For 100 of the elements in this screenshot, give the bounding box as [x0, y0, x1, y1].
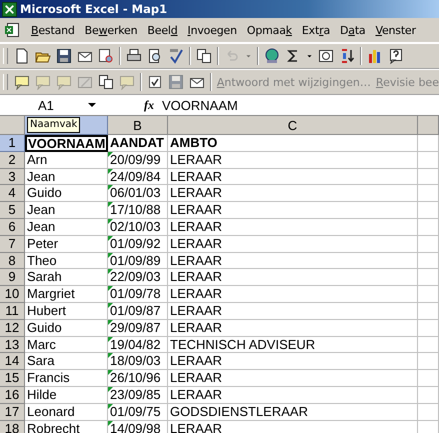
row-header[interactable]: 12 [0, 320, 25, 337]
table-cell[interactable]: LERAAR [168, 370, 418, 387]
table-cell[interactable]: 26/10/96 [108, 370, 168, 387]
table-cell[interactable]: Francis [25, 370, 108, 387]
table-cell[interactable]: LERAAR [168, 168, 418, 186]
document-icon[interactable] [14, 48, 30, 64]
row-header[interactable]: 7 [0, 236, 25, 253]
table-cell[interactable]: Jean [25, 202, 108, 219]
column-header[interactable]: C [168, 116, 418, 135]
table-cell[interactable]: 06/01/03 [108, 185, 168, 202]
table-cell[interactable]: Leonard [25, 404, 108, 421]
table-cell[interactable]: LERAAR [168, 185, 418, 202]
printer-icon[interactable] [126, 48, 142, 64]
table-cell[interactable]: Peter [25, 236, 108, 253]
table-cell[interactable] [418, 302, 439, 320]
globe-icon[interactable] [264, 48, 280, 64]
menu-item[interactable]: Extra [296, 22, 335, 38]
table-cell[interactable]: 22/09/03 [108, 269, 168, 286]
copy-icon[interactable] [98, 74, 114, 90]
row-header[interactable]: 4 [0, 185, 25, 202]
table-cell[interactable]: GODSDIENSTLERAAR [168, 404, 418, 421]
currency-icon[interactable] [318, 48, 334, 64]
row-header[interactable]: 6 [0, 218, 25, 236]
formula-input[interactable]: VOORNAAM [162, 98, 238, 112]
row-header[interactable]: 5 [0, 202, 25, 219]
checkbox-icon[interactable] [146, 74, 163, 90]
table-cell[interactable]: Sara [25, 353, 108, 370]
table-cell[interactable] [418, 320, 439, 337]
table-cell[interactable]: LERAAR [168, 320, 418, 337]
menu-item[interactable]: Bewerken [80, 22, 142, 38]
table-cell[interactable] [418, 370, 439, 387]
table-cell[interactable]: 23/09/85 [108, 386, 168, 404]
row-header[interactable]: 17 [0, 404, 25, 421]
table-cell[interactable] [418, 168, 439, 186]
row-header[interactable]: 15 [0, 370, 25, 387]
row-header[interactable]: 1 [0, 135, 25, 152]
row-header[interactable]: 8 [0, 252, 25, 270]
menu-item[interactable]: Data [334, 22, 370, 38]
table-cell[interactable]: 19/04/82 [108, 336, 168, 354]
caret-icon[interactable] [88, 103, 96, 107]
table-cell[interactable]: AMBTO [168, 135, 418, 152]
table-cell[interactable]: LERAAR [168, 152, 418, 169]
table-cell[interactable]: Arn [25, 152, 108, 169]
table-cell[interactable]: 01/09/87 [108, 302, 168, 320]
table-cell[interactable]: 02/10/03 [108, 218, 168, 236]
table-cell[interactable]: 20/09/99 [108, 152, 168, 169]
table-cell[interactable]: LERAAR [168, 218, 418, 236]
row-header[interactable]: 13 [0, 336, 25, 354]
spelling-check-icon[interactable] [168, 48, 184, 64]
magnifier-icon[interactable] [147, 48, 163, 64]
table-cell[interactable]: 01/09/89 [108, 252, 168, 270]
row-header[interactable]: 10 [0, 286, 25, 303]
table-cell[interactable]: Guido [25, 185, 108, 202]
table-cell[interactable]: Marc [25, 336, 108, 354]
help-icon[interactable] [388, 48, 404, 64]
table-cell[interactable]: Theo [25, 252, 108, 270]
table-cell[interactable]: 24/09/84 [108, 168, 168, 186]
row-header[interactable]: 11 [0, 302, 25, 320]
workbook-icon[interactable] [4, 22, 20, 38]
page-magnifier-icon[interactable] [98, 48, 114, 64]
bar-chart-icon[interactable] [367, 48, 383, 64]
table-cell[interactable]: Jean [25, 168, 108, 186]
table-cell[interactable]: LERAAR [168, 236, 418, 253]
table-cell[interactable] [418, 269, 439, 286]
table-cell[interactable]: Guido [25, 320, 108, 337]
table-cell[interactable] [418, 353, 439, 370]
table-cell[interactable]: LERAAR [168, 386, 418, 404]
table-cell[interactable]: 01/09/92 [108, 236, 168, 253]
table-cell[interactable] [418, 202, 439, 219]
table-cell[interactable] [418, 236, 439, 253]
select-all-corner[interactable] [0, 116, 25, 135]
table-cell[interactable]: LERAAR [168, 269, 418, 286]
menu-item[interactable]: Invoegen [182, 22, 242, 38]
table-cell[interactable]: 18/09/03 [108, 353, 168, 370]
table-cell[interactable] [418, 252, 439, 270]
table-cell[interactable] [418, 185, 439, 202]
table-cell[interactable] [418, 386, 439, 404]
menu-item[interactable]: Opmaak [242, 22, 297, 38]
table-cell[interactable]: LERAAR [168, 353, 418, 370]
menu-item[interactable]: Venster [370, 22, 421, 38]
table-cell[interactable]: LERAAR [168, 202, 418, 219]
table-cell[interactable]: TECHNISCH ADVISEUR [168, 336, 418, 354]
menu-item[interactable]: Bestand [26, 22, 80, 38]
column-header[interactable]: B [108, 116, 168, 135]
table-cell[interactable] [418, 135, 439, 152]
table-cell[interactable]: Margriet [25, 286, 108, 303]
sort-icon[interactable] [339, 48, 355, 64]
table-cell[interactable]: Jean [25, 218, 108, 236]
table-cell[interactable] [418, 404, 439, 421]
table-cell[interactable]: Hilde [25, 386, 108, 404]
table-cell[interactable]: LERAAR [168, 286, 418, 303]
table-cell[interactable]: 17/10/88 [108, 202, 168, 219]
row-header[interactable]: 18 [0, 420, 25, 433]
table-cell[interactable]: LERAAR [168, 252, 418, 270]
table-cell[interactable] [418, 336, 439, 354]
table-cell[interactable] [418, 218, 439, 236]
table-cell[interactable]: Hubert [25, 302, 108, 320]
table-cell[interactable]: LERAAR [168, 420, 418, 433]
table-cell[interactable]: VOORNAAM [25, 135, 108, 152]
table-cell[interactable]: LERAAR [168, 302, 418, 320]
